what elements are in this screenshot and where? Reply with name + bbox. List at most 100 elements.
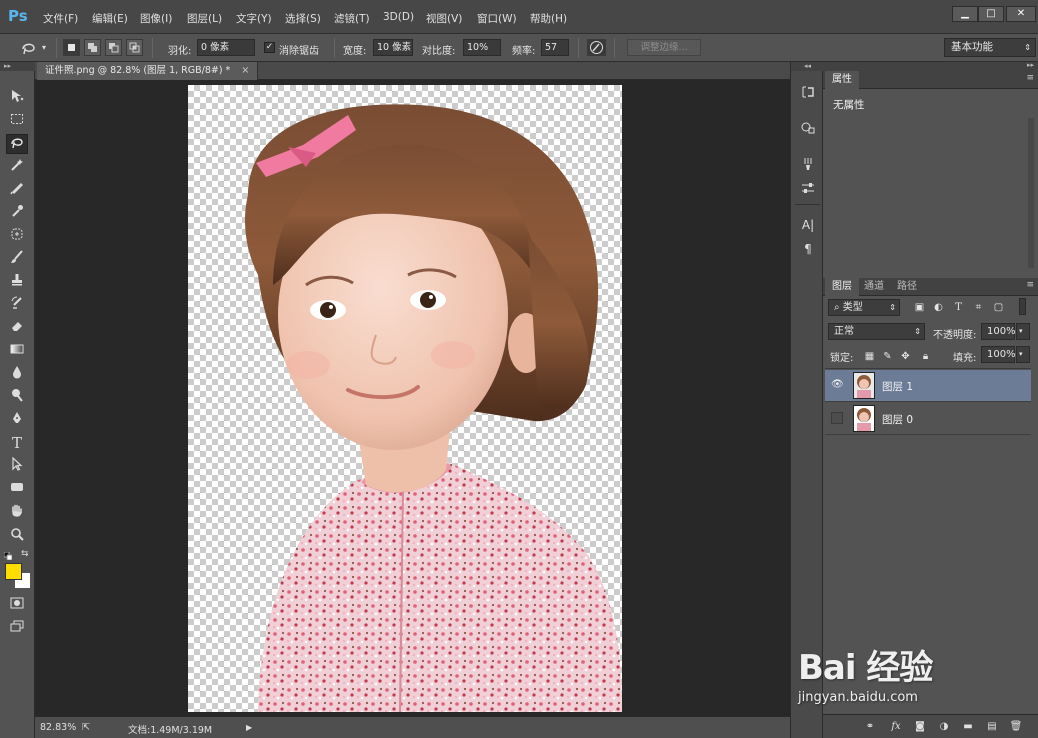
history-panel-icon[interactable] xyxy=(798,84,818,102)
menu-file[interactable]: 文件(F) xyxy=(43,11,78,26)
contrast-input[interactable]: 10% xyxy=(463,39,501,56)
layer-row-0[interactable]: 图层 0 xyxy=(825,403,1031,435)
export-icon[interactable]: ⇱ xyxy=(82,722,90,733)
layer-row-1[interactable]: 👁︎ 图层 1 xyxy=(825,370,1031,402)
menu-view[interactable]: 视图(V) xyxy=(426,11,462,26)
lock-all-icon[interactable]: 🔒︎ xyxy=(919,350,932,363)
history-brush-tool-icon[interactable] xyxy=(6,295,28,315)
gradient-tool-icon[interactable] xyxy=(6,341,28,361)
opacity-slider-toggle[interactable]: ▾ xyxy=(1016,323,1030,340)
menu-3d[interactable]: 3D(D) xyxy=(383,11,414,23)
minimize-button[interactable]: ▁ xyxy=(952,6,978,22)
menu-edit[interactable]: 编辑(E) xyxy=(92,11,128,26)
layer-filter-select[interactable]: ⌕ 类型 ⇕ xyxy=(828,299,900,316)
toolbar-collapse-icon[interactable]: ▸▸ xyxy=(0,62,35,71)
menu-window[interactable]: 窗口(W) xyxy=(477,11,517,26)
lock-position-icon[interactable]: ✥ xyxy=(899,350,912,363)
zoom-tool-icon[interactable] xyxy=(6,526,28,546)
maximize-button[interactable]: □ xyxy=(978,6,1004,22)
pixel-filter-icon[interactable]: ▣ xyxy=(913,301,926,314)
fill-slider-toggle[interactable]: ▾ xyxy=(1016,346,1030,363)
quick-mask-icon[interactable] xyxy=(6,595,28,615)
menu-select[interactable]: 选择(S) xyxy=(285,11,321,26)
properties-panel-menu-icon[interactable]: ≡ xyxy=(1026,73,1034,83)
trash-icon[interactable]: 🗑︎ xyxy=(1009,720,1023,734)
paragraph-panel-icon[interactable]: ¶ xyxy=(798,240,818,258)
document-canvas[interactable] xyxy=(188,85,622,712)
eye-icon[interactable]: 👁︎ xyxy=(831,379,844,391)
rectangle-tool-icon[interactable] xyxy=(6,479,28,499)
layer-name[interactable]: 图层 0 xyxy=(882,412,913,427)
lock-image-pixels-icon[interactable]: ✎ xyxy=(881,350,894,363)
workspace-select[interactable]: 基本功能 ⇕ xyxy=(944,38,1036,57)
menu-layer[interactable]: 图层(L) xyxy=(187,11,222,26)
layers-panel-menu-icon[interactable]: ≡ xyxy=(1026,280,1034,290)
new-group-icon[interactable]: ▬ xyxy=(961,720,975,734)
close-button[interactable]: ✕ xyxy=(1006,6,1036,22)
eyedropper-tool-icon[interactable] xyxy=(6,203,28,223)
magic-wand-tool-icon[interactable] xyxy=(6,157,28,177)
move-tool-icon[interactable] xyxy=(6,88,28,108)
opacity-input[interactable]: 100% xyxy=(981,323,1016,340)
shape-filter-icon[interactable]: ⌗ xyxy=(972,301,985,314)
menu-filter[interactable]: 滤镜(T) xyxy=(334,11,370,26)
fx-icon[interactable]: fx xyxy=(889,720,903,734)
add-mask-icon[interactable]: ◙ xyxy=(913,720,927,734)
marquee-tool-icon[interactable] xyxy=(6,111,28,131)
swap-colors-icon[interactable]: ⇆ xyxy=(21,549,31,559)
add-to-selection-button[interactable] xyxy=(84,39,101,56)
menu-image[interactable]: 图像(I) xyxy=(140,11,172,26)
character-panel-icon[interactable]: A| xyxy=(798,216,818,234)
visibility-toggle[interactable] xyxy=(831,412,843,424)
lasso-tool-icon[interactable] xyxy=(6,134,28,154)
tab-layers[interactable]: 图层 xyxy=(825,278,859,296)
magnetic-lasso-tool-preset-icon[interactable] xyxy=(20,40,38,56)
new-adjustment-layer-icon[interactable]: ◑ xyxy=(937,720,951,734)
feather-input[interactable]: 0 像素 xyxy=(197,39,255,56)
document-tab-close-icon[interactable]: × xyxy=(241,65,249,76)
lock-transparent-pixels-icon[interactable]: ▦ xyxy=(863,350,876,363)
hand-tool-icon[interactable] xyxy=(6,503,28,523)
status-menu-arrow-icon[interactable]: ▶ xyxy=(246,723,252,732)
screen-mode-icon[interactable] xyxy=(6,618,28,638)
fill-input[interactable]: 100% xyxy=(981,346,1016,363)
type-tool-icon[interactable]: T xyxy=(6,433,28,453)
width-input[interactable]: 10 像素 xyxy=(373,39,413,56)
pen-tool-icon[interactable] xyxy=(6,410,28,430)
refine-edge-button[interactable]: 调整边缘... xyxy=(627,39,701,56)
crop-tool-icon[interactable] xyxy=(6,180,28,200)
smart-object-filter-icon[interactable]: ▢ xyxy=(992,301,1005,314)
dock-expand-icon[interactable]: ◂◂ xyxy=(791,62,824,71)
dock-collapse-icon[interactable]: ▸▸ xyxy=(1027,61,1034,69)
actions-panel-icon[interactable] xyxy=(798,120,818,138)
antialias-checkbox[interactable]: ✓ xyxy=(264,42,275,53)
brush-presets-panel-icon[interactable] xyxy=(798,156,818,174)
filter-toggle-switch[interactable] xyxy=(1019,298,1026,315)
tab-channels[interactable]: 通道 xyxy=(857,278,891,296)
path-selection-tool-icon[interactable] xyxy=(6,456,28,476)
link-layers-icon[interactable]: ⚭ xyxy=(863,720,877,734)
zoom-level[interactable]: 82.83% xyxy=(40,722,76,733)
adjustments-panel-icon[interactable] xyxy=(798,180,818,198)
preset-dropdown-icon[interactable]: ▾ xyxy=(42,43,46,52)
type-filter-icon[interactable]: T xyxy=(952,301,965,314)
new-selection-button[interactable] xyxy=(63,39,80,56)
default-colors-icon[interactable] xyxy=(3,550,13,561)
frequency-input[interactable]: 57 xyxy=(541,39,569,56)
brush-tool-icon[interactable] xyxy=(6,249,28,269)
clone-stamp-tool-icon[interactable] xyxy=(6,272,28,292)
tab-paths[interactable]: 路径 xyxy=(890,278,924,296)
eraser-tool-icon[interactable] xyxy=(6,318,28,338)
document-tab[interactable]: 证件照.png @ 82.8% (图层 1, RGB/8#) * × xyxy=(37,62,259,80)
menu-help[interactable]: 帮助(H) xyxy=(530,11,567,26)
new-layer-icon[interactable]: ▤ xyxy=(985,720,999,734)
subtract-from-selection-button[interactable] xyxy=(105,39,122,56)
dodge-tool-icon[interactable] xyxy=(6,387,28,407)
blend-mode-select[interactable]: 正常 ⇕ xyxy=(828,323,925,340)
healing-brush-tool-icon[interactable] xyxy=(6,226,28,246)
intersect-selection-button[interactable] xyxy=(126,39,143,56)
foreground-color-swatch[interactable] xyxy=(5,563,22,580)
adjustment-filter-icon[interactable]: ◐ xyxy=(932,301,945,314)
canvas-workspace[interactable] xyxy=(35,80,790,716)
properties-scrollbar[interactable] xyxy=(1028,118,1034,268)
